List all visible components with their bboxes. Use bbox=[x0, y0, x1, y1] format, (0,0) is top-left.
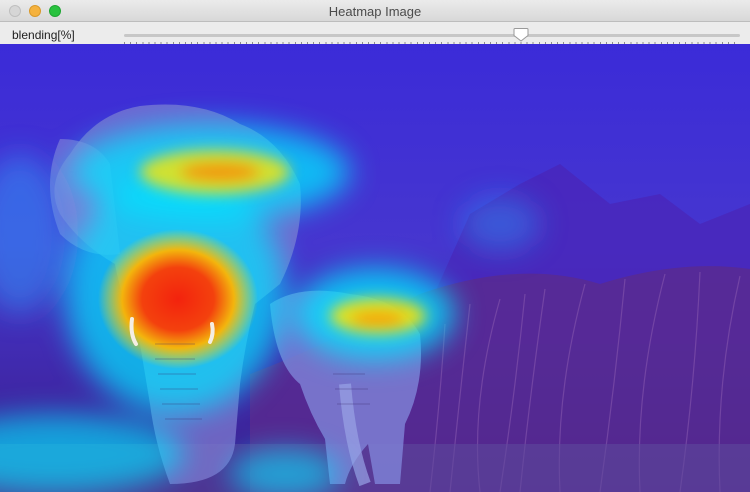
window-title: Heatmap Image bbox=[328, 4, 422, 19]
heatmap-window: Heatmap Image blending[%] bbox=[0, 0, 750, 492]
title-bar: Heatmap Image bbox=[0, 0, 750, 22]
toolbar: blending[%] bbox=[0, 22, 750, 45]
blending-slider[interactable] bbox=[124, 22, 740, 45]
blending-label: blending[%] bbox=[12, 28, 75, 42]
heatmap-image bbox=[0, 44, 750, 492]
hotspot-face bbox=[98, 229, 258, 369]
slider-thumb[interactable] bbox=[513, 27, 529, 42]
slider-track[interactable] bbox=[124, 34, 740, 37]
slider-thumb-icon bbox=[513, 28, 529, 42]
